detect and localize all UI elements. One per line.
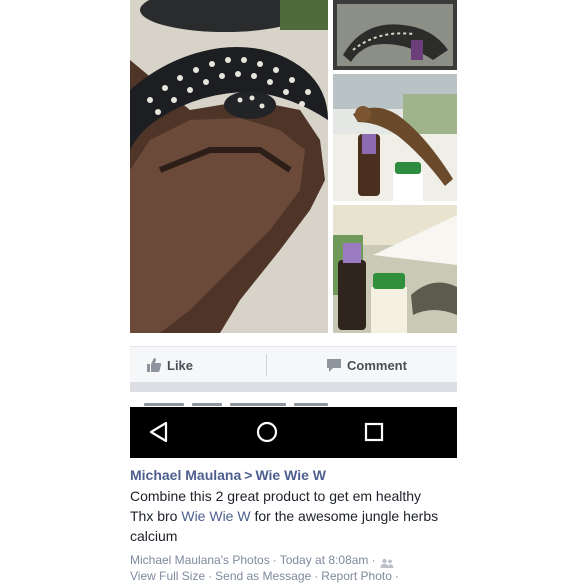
like-label: Like [167,357,194,373]
section-gap [130,382,457,392]
back-triangle-icon[interactable] [146,419,172,445]
album-link[interactable]: Michael Maulana's Photos [130,553,270,567]
recent-square-icon[interactable] [361,419,387,445]
meta-dot: · [208,569,213,583]
caption-header: Michael Maulana > Wie Wie W [130,466,470,484]
photo-main[interactable] [130,0,328,333]
mention-link[interactable]: Wie Wie W [181,508,250,524]
photo-caption: Michael Maulana > Wie Wie W Combine this 2… [130,466,470,584]
meta-dot: · [272,553,277,567]
photo-grid [130,0,457,333]
friends-icon [380,556,394,568]
header-separator: > [244,467,253,483]
photo-tile-a[interactable] [333,0,457,70]
meta-dot: · [394,569,399,583]
action-divider [266,354,267,376]
like-button[interactable]: Like [146,347,193,383]
home-circle-icon[interactable] [254,419,280,445]
cut-off-row [130,392,457,407]
caption-message: Combine this 2 great product to get em h… [130,486,460,546]
speech-bubble-icon [326,357,342,373]
timestamp-link[interactable]: Today at 8:08am [280,553,369,567]
thumbs-up-icon [146,357,162,373]
comment-label: Comment [347,357,407,373]
action-bar: Like Comment [130,346,457,382]
meta-dot: · [371,553,376,567]
photo-tile-c[interactable] [333,205,457,333]
caption-actions: View Full Size · Send as Message · Report Ph… [130,568,470,584]
send-as-message-link[interactable]: Send as Message [215,569,311,583]
comment-button[interactable]: Comment [326,347,407,383]
android-nav-bar [130,407,457,458]
meta-dot: · [314,569,319,583]
message-line-1: Combine this 2 great product to get em h… [130,488,422,504]
photo-tile-b[interactable] [333,74,457,201]
message-pre: Thx bro [130,508,182,524]
view-full-size-link[interactable]: View Full Size [130,569,205,583]
caption-meta: Michael Maulana's Photos · Today at 8:08am… [130,552,470,568]
author-link[interactable]: Michael Maulana [130,467,241,483]
target-link[interactable]: Wie Wie W [255,467,326,483]
report-photo-link[interactable]: Report Photo [321,569,392,583]
